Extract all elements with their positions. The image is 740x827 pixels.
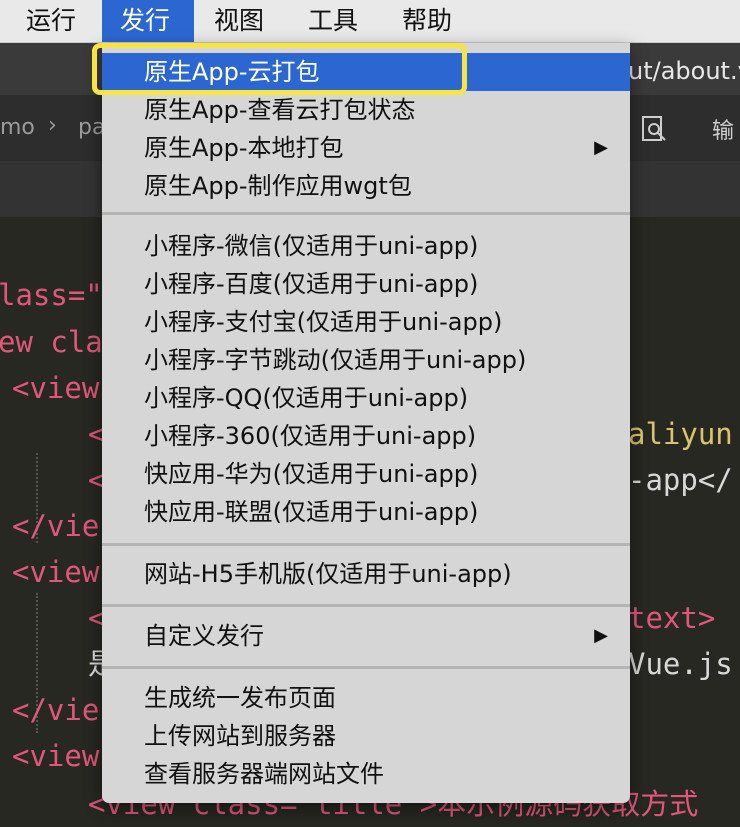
menu-view[interactable]: 视图 [214, 0, 264, 42]
menu-item-label: 自定义发行 [144, 622, 264, 650]
code-line-tail[interactable]: Vue.js [628, 641, 733, 687]
menu-item-app-cloud-status[interactable]: 原生App-查看云打包状态 [102, 91, 630, 129]
submenu-arrow-icon: ▶ [594, 625, 608, 646]
menu-item-label: 原生App-本地打包 [144, 134, 344, 162]
menu-item-app-local-pack[interactable]: 原生App-本地打包 ▶ [102, 129, 630, 167]
menu-item-h5[interactable]: 网站-H5手机版(仅适用于uni-app) [102, 555, 630, 593]
search-file-icon[interactable] [640, 115, 668, 149]
menu-item-mp-qq[interactable]: 小程序-QQ(仅适用于uni-app) [102, 379, 630, 417]
menu-item-mp-alipay[interactable]: 小程序-支付宝(仅适用于uni-app) [102, 303, 630, 341]
menu-separator [102, 543, 630, 546]
menu-help[interactable]: 帮助 [402, 0, 452, 42]
code-line[interactable]: <view [12, 365, 99, 411]
menu-item-mp-360[interactable]: 小程序-360(仅适用于uni-app) [102, 417, 630, 455]
code-line[interactable]: <view [12, 733, 99, 779]
menu-item-view-server-files[interactable]: 查看服务器端网站文件 [102, 755, 630, 793]
code-line-tail[interactable]: -app</ [628, 457, 733, 503]
submenu-arrow-icon: ▶ [594, 137, 608, 158]
menu-item-app-cloud-pack[interactable]: 原生App-云打包 [102, 53, 630, 91]
menu-item-mp-baidu[interactable]: 小程序-百度(仅适用于uni-app) [102, 265, 630, 303]
code-line[interactable]: ew cla [0, 319, 103, 365]
editor-tab-title[interactable]: ut/about.v [628, 57, 740, 85]
menu-item-mp-bytedance[interactable]: 小程序-字节跳动(仅适用于uni-app) [102, 341, 630, 379]
breadcrumb-item[interactable]: mo [0, 115, 35, 140]
menu-item-custom-publish[interactable]: 自定义发行 ▶ [102, 617, 630, 655]
menu-publish[interactable]: 发行 [102, 0, 194, 42]
menu-item-app-wgt[interactable]: 原生App-制作应用wgt包 [102, 167, 630, 205]
menu-item-quickapp-huawei[interactable]: 快应用-华为(仅适用于uni-app) [102, 455, 630, 493]
menu-tools[interactable]: 工具 [308, 0, 358, 42]
menu-separator [102, 212, 630, 215]
code-line-tail[interactable]: aliyun [628, 411, 733, 457]
menu-item-quickapp-union[interactable]: 快应用-联盟(仅适用于uni-app) [102, 493, 630, 531]
menu-item-generate-publish-page[interactable]: 生成统一发布页面 [102, 679, 630, 717]
code-line[interactable]: </vie [12, 687, 99, 733]
publish-dropdown-menu: 原生App-云打包 原生App-查看云打包状态 原生App-本地打包 ▶ 原生A… [102, 43, 630, 803]
code-line[interactable]: lass=" [0, 272, 103, 318]
code-line-tail[interactable]: text> [628, 595, 715, 641]
menu-run[interactable]: 运行 [26, 0, 76, 42]
menu-item-mp-weixin[interactable]: 小程序-微信(仅适用于uni-app) [102, 227, 630, 265]
menu-separator [102, 604, 630, 607]
menu-separator [102, 666, 630, 669]
code-line[interactable]: </vie [12, 503, 99, 549]
code-line[interactable]: <view [12, 549, 99, 595]
breadcrumb-chevron-icon: › [48, 113, 57, 138]
menu-bar: 运行 发行 视图 工具 帮助 [0, 0, 740, 43]
output-toolbar-label[interactable]: 输 [712, 113, 734, 145]
menu-item-upload-to-server[interactable]: 上传网站到服务器 [102, 717, 630, 755]
